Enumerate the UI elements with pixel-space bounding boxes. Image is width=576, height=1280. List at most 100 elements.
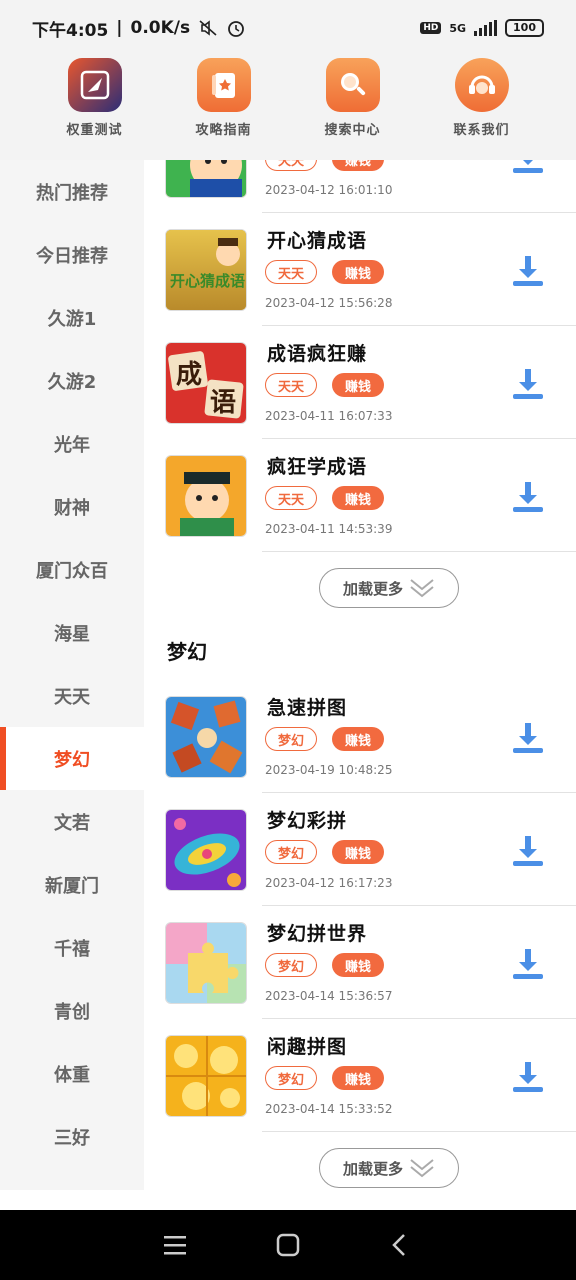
tag-earn: 赚钱 [332,727,384,751]
load-more-button[interactable]: 加载更多 [319,568,459,608]
battery-icon: 100 [505,19,544,37]
download-icon[interactable] [510,945,546,981]
release-date: 2023-04-19 10:48:25 [265,763,393,777]
tag-category: 天天 [265,373,317,397]
tag-category: 梦幻 [265,953,317,977]
divider [262,1131,576,1132]
list-item[interactable]: 急速拼图 梦幻 赚钱 2023-04-19 10:48:25 [144,680,576,793]
app-thumbnail [165,160,247,198]
tag-category: 梦幻 [265,1066,317,1090]
network-label: 5G [449,21,467,35]
app-list: 天天 赚钱 2023-04-12 16:01:10 开心猜成语 开心猜成语 天天… [144,160,576,1190]
list-item[interactable]: 疯狂学成语 天天 赚钱 2023-04-11 14:53:39 [144,439,576,552]
app-thumbnail [165,1035,247,1117]
chevron-double-down-icon [410,1159,434,1178]
nav-guide[interactable]: 攻略指南 [179,56,269,160]
sidebar-item-wenruo[interactable]: 文若 [0,790,144,853]
release-date: 2023-04-11 16:07:33 [265,409,393,423]
top-nav: 权重测试 攻略指南 搜索中心 联系我们 [0,56,576,160]
nav-search[interactable]: 搜索中心 [308,56,398,160]
search-icon [325,58,380,112]
list-item[interactable]: 天天 赚钱 2023-04-12 16:01:10 [144,160,576,213]
sidebar-item-jiuyou2[interactable]: 久游2 [0,349,144,412]
download-icon[interactable] [510,365,546,401]
sidebar-item-haixing[interactable]: 海星 [0,601,144,664]
sidebar-item-qianxi[interactable]: 千禧 [0,916,144,979]
compass-icon [67,58,122,112]
nav-label: 联系我们 [453,123,510,138]
nav-label: 搜索中心 [324,123,381,138]
app-name: 开心猜成语 [267,230,368,252]
sidebar-item-tiantian[interactable]: 天天 [0,664,144,727]
menu-button[interactable] [156,1225,196,1265]
tag-earn: 赚钱 [332,160,384,171]
list-item[interactable]: 闲趣拼图 梦幻 赚钱 2023-04-14 15:33:52 [144,1019,576,1132]
section-title: 梦幻 [167,640,207,664]
app-thumbnail [165,922,247,1004]
status-separator: | [116,18,123,38]
tag-earn: 赚钱 [332,953,384,977]
mute-icon [199,20,217,36]
sidebar-item-guangnian[interactable]: 光年 [0,412,144,475]
sidebar-item-menghuan[interactable]: 梦幻 [0,727,144,790]
app-name: 成语疯狂赚 [267,343,368,365]
tag-category: 天天 [265,486,317,510]
home-icon [276,1233,300,1257]
menu-icon [164,1236,186,1255]
list-item[interactable]: 梦幻彩拼 梦幻 赚钱 2023-04-12 16:17:23 [144,793,576,906]
home-button[interactable] [268,1225,308,1265]
load-more-label: 加载更多 [342,579,403,598]
download-icon[interactable] [510,478,546,514]
tag-category: 天天 [265,260,317,284]
sidebar-item-caishen[interactable]: 财神 [0,475,144,538]
tag-earn: 赚钱 [332,260,384,284]
sidebar-item-jiuyou1[interactable]: 久游1 [0,286,144,349]
release-date: 2023-04-12 16:01:10 [265,183,393,197]
release-date: 2023-04-12 16:17:23 [265,876,393,890]
status-bar: 下午4:05 | 0.0K/s HD 5G 100 [0,0,576,56]
list-item[interactable]: 成语 成语疯狂赚 天天 赚钱 2023-04-11 16:07:33 [144,326,576,439]
download-icon[interactable] [510,832,546,868]
status-time: 下午4:05 [32,20,109,41]
status-speed: 0.0K/s [130,18,191,38]
release-date: 2023-04-14 15:36:57 [265,989,393,1003]
download-icon[interactable] [510,1058,546,1094]
load-more-button[interactable]: 加载更多 [319,1148,459,1188]
nav-contact[interactable]: 联系我们 [437,56,527,160]
tag-category: 梦幻 [265,840,317,864]
tag-earn: 赚钱 [332,840,384,864]
hd-badge: HD [420,22,442,34]
sidebar-item-tizhong[interactable]: 体重 [0,1042,144,1105]
nav-label: 攻略指南 [195,123,252,138]
thumb-char: 语 [210,388,236,418]
alarm-icon [228,21,245,37]
tag-earn: 赚钱 [332,486,384,510]
release-date: 2023-04-11 14:53:39 [265,522,393,536]
release-date: 2023-04-14 15:33:52 [265,1102,393,1116]
category-sidebar: 热门推荐 今日推荐 久游1 久游2 光年 财神 厦门众百 海星 天天 梦幻 文若… [0,160,144,1190]
tag-earn: 赚钱 [332,1066,384,1090]
sidebar-item-xin-xiamen[interactable]: 新厦门 [0,853,144,916]
sidebar-item-sanhao[interactable]: 三好 [0,1105,144,1168]
app-thumbnail [165,455,247,537]
download-icon[interactable] [510,160,546,175]
back-button[interactable] [380,1225,420,1265]
app-name: 梦幻彩拼 [267,810,348,832]
list-item[interactable]: 梦幻拼世界 梦幻 赚钱 2023-04-14 15:36:57 [144,906,576,1019]
signal-icon [474,20,498,36]
list-item[interactable]: 开心猜成语 开心猜成语 天天 赚钱 2023-04-12 15:56:28 [144,213,576,326]
divider [262,551,576,552]
tag-earn: 赚钱 [332,373,384,397]
load-more-label: 加载更多 [342,1159,403,1178]
app-name: 梦幻拼世界 [267,923,368,945]
sidebar-item-xiamen-zhongbai[interactable]: 厦门众百 [0,538,144,601]
nav-weight-test[interactable]: 权重测试 [50,56,140,160]
thumb-text: 开心猜成语 [170,272,245,290]
sidebar-item-hot[interactable]: 热门推荐 [0,160,144,223]
download-icon[interactable] [510,719,546,755]
thumb-char: 成 [176,360,202,390]
download-icon[interactable] [510,252,546,288]
sidebar-item-qingchuang[interactable]: 青创 [0,979,144,1042]
sidebar-item-today[interactable]: 今日推荐 [0,223,144,286]
release-date: 2023-04-12 15:56:28 [265,296,393,310]
